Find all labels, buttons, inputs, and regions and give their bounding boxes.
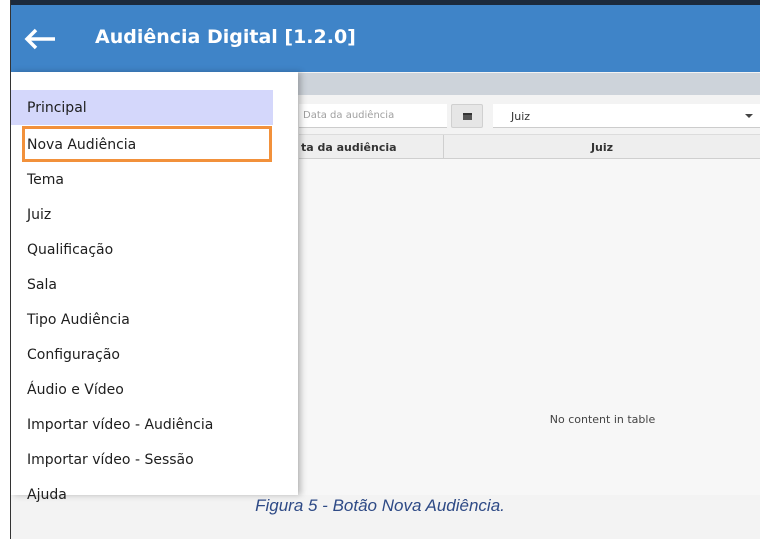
arrow-left-icon[interactable] (23, 27, 57, 51)
empty-table-message: No content in table (549, 413, 656, 426)
menu-item-audio-video[interactable]: Áudio e Vídeo (11, 372, 273, 407)
table-body: No content in table (299, 159, 760, 495)
judge-select-value: Juiz (511, 110, 531, 123)
app-title: Audiência Digital [1.2.0] (95, 26, 356, 48)
menu-item-importar-video-audiencia[interactable]: Importar vídeo - Audiência (11, 407, 273, 442)
navigation-drawer: Principal Nova Audiência Tema Juiz Quali… (11, 72, 298, 503)
figure-caption: Figura 5 - Botão Nova Audiência. (255, 496, 505, 515)
table-header: ta da audiência Juiz (299, 134, 760, 159)
highlight-box (22, 126, 272, 162)
menu-item-tipo-audiencia[interactable]: Tipo Audiência (11, 302, 273, 337)
chevron-down-icon (745, 114, 753, 118)
menu-item-qualificacao[interactable]: Qualificação (11, 232, 273, 267)
app-header: Audiência Digital [1.2.0] (11, 5, 760, 72)
menu-item-principal[interactable]: Principal (11, 90, 273, 125)
menu-item-tema[interactable]: Tema (11, 162, 273, 197)
menu-item-configuracao[interactable]: Configuração (11, 337, 273, 372)
judge-select[interactable]: Juiz (493, 104, 760, 128)
calendar-button[interactable] (451, 104, 483, 128)
app-window: Audiência Digital [1.2.0] Data da audiên… (10, 0, 760, 539)
menu-item-importar-video-sessao[interactable]: Importar vídeo - Sessão (11, 442, 273, 477)
menu-item-juiz[interactable]: Juiz (11, 197, 273, 232)
column-header-date[interactable]: ta da audiência (299, 135, 444, 159)
date-input[interactable]: Data da audiência (299, 104, 447, 128)
menu-item-sala[interactable]: Sala (11, 267, 273, 302)
column-header-judge[interactable]: Juiz (444, 135, 760, 159)
calendar-icon (463, 113, 472, 120)
